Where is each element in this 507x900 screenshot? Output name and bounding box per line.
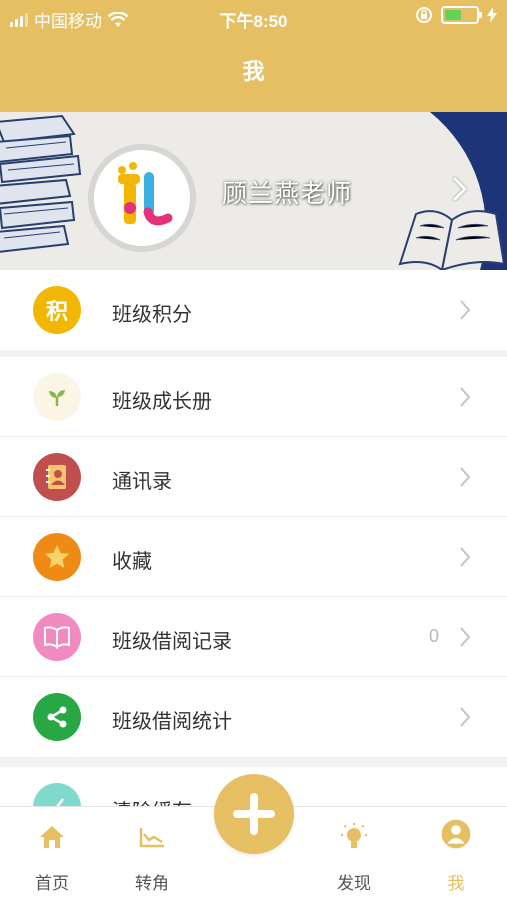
plus-icon <box>233 793 275 835</box>
menu-item-class-points[interactable]: 积 班级积分 <box>0 270 507 350</box>
chevron-right-icon <box>460 467 471 487</box>
sprout-icon <box>33 373 81 421</box>
tab-me[interactable]: 我 <box>416 807 496 900</box>
tab-discover[interactable]: 发现 <box>314 807 394 900</box>
profile-icon <box>440 819 472 853</box>
points-icon: 积 <box>33 286 81 334</box>
rotation-lock-icon <box>416 7 432 23</box>
share-icon <box>33 693 81 741</box>
avatar[interactable] <box>88 144 196 252</box>
open-book-icon <box>33 613 81 661</box>
menu-item-borrow-records[interactable]: 班级借阅记录 0 <box>0 597 507 677</box>
charging-icon <box>487 7 497 23</box>
tab-home[interactable]: 首页 <box>12 807 92 900</box>
profile-name: 顾兰燕老师 <box>222 180 353 208</box>
chevron-right-icon <box>460 387 471 407</box>
open-book-illustration-icon <box>398 210 506 270</box>
chevron-right-icon <box>460 547 471 567</box>
menu-item-growth-book[interactable]: 班级成长册 <box>0 357 507 437</box>
tab-corner[interactable]: 转角 <box>112 807 192 900</box>
chart-icon <box>136 821 168 853</box>
tab-label: 转角 <box>135 874 169 893</box>
top-bar: 中国移动 下午8:50 我 <box>0 0 507 112</box>
chevron-right-icon <box>460 707 471 727</box>
chevron-right-icon <box>460 627 471 647</box>
menu-item-label: 收藏 <box>112 551 152 573</box>
status-bar: 中国移动 下午8:50 <box>0 0 507 34</box>
menu-item-label: 班级借阅统计 <box>112 711 232 733</box>
home-icon <box>36 821 68 853</box>
books-illustration-icon <box>0 114 82 253</box>
profile-banner[interactable]: 顾兰燕老师 <box>0 112 507 270</box>
logo-icon <box>118 162 173 226</box>
menu-item-label: 班级成长册 <box>112 391 212 413</box>
menu-group-1: 积 班级积分 <box>0 270 507 350</box>
menu-item-borrow-stats[interactable]: 班级借阅统计 <box>0 677 507 757</box>
tab-label: 我 <box>447 874 465 893</box>
menu-group-2: 班级成长册 通讯录 收藏 班级借阅记录 0 班级借阅统计 <box>0 357 507 757</box>
chevron-right-icon <box>453 177 467 201</box>
battery-icon <box>441 6 482 24</box>
menu-item-label: 班级积分 <box>112 304 192 326</box>
tab-label: 首页 <box>35 874 69 893</box>
chevron-right-icon <box>460 300 471 320</box>
bulb-icon <box>338 821 370 853</box>
menu-item-favorites[interactable]: 收藏 <box>0 517 507 597</box>
menu-item-contacts[interactable]: 通讯录 <box>0 437 507 517</box>
star-icon <box>33 533 81 581</box>
contacts-book-icon <box>33 453 81 501</box>
menu-item-label: 班级借阅记录 <box>112 631 232 653</box>
tab-label: 发现 <box>337 874 371 893</box>
add-button[interactable] <box>214 774 294 854</box>
menu-item-label: 通讯录 <box>112 471 172 493</box>
page-title: 我 <box>242 59 265 84</box>
record-count: 0 <box>428 626 439 646</box>
